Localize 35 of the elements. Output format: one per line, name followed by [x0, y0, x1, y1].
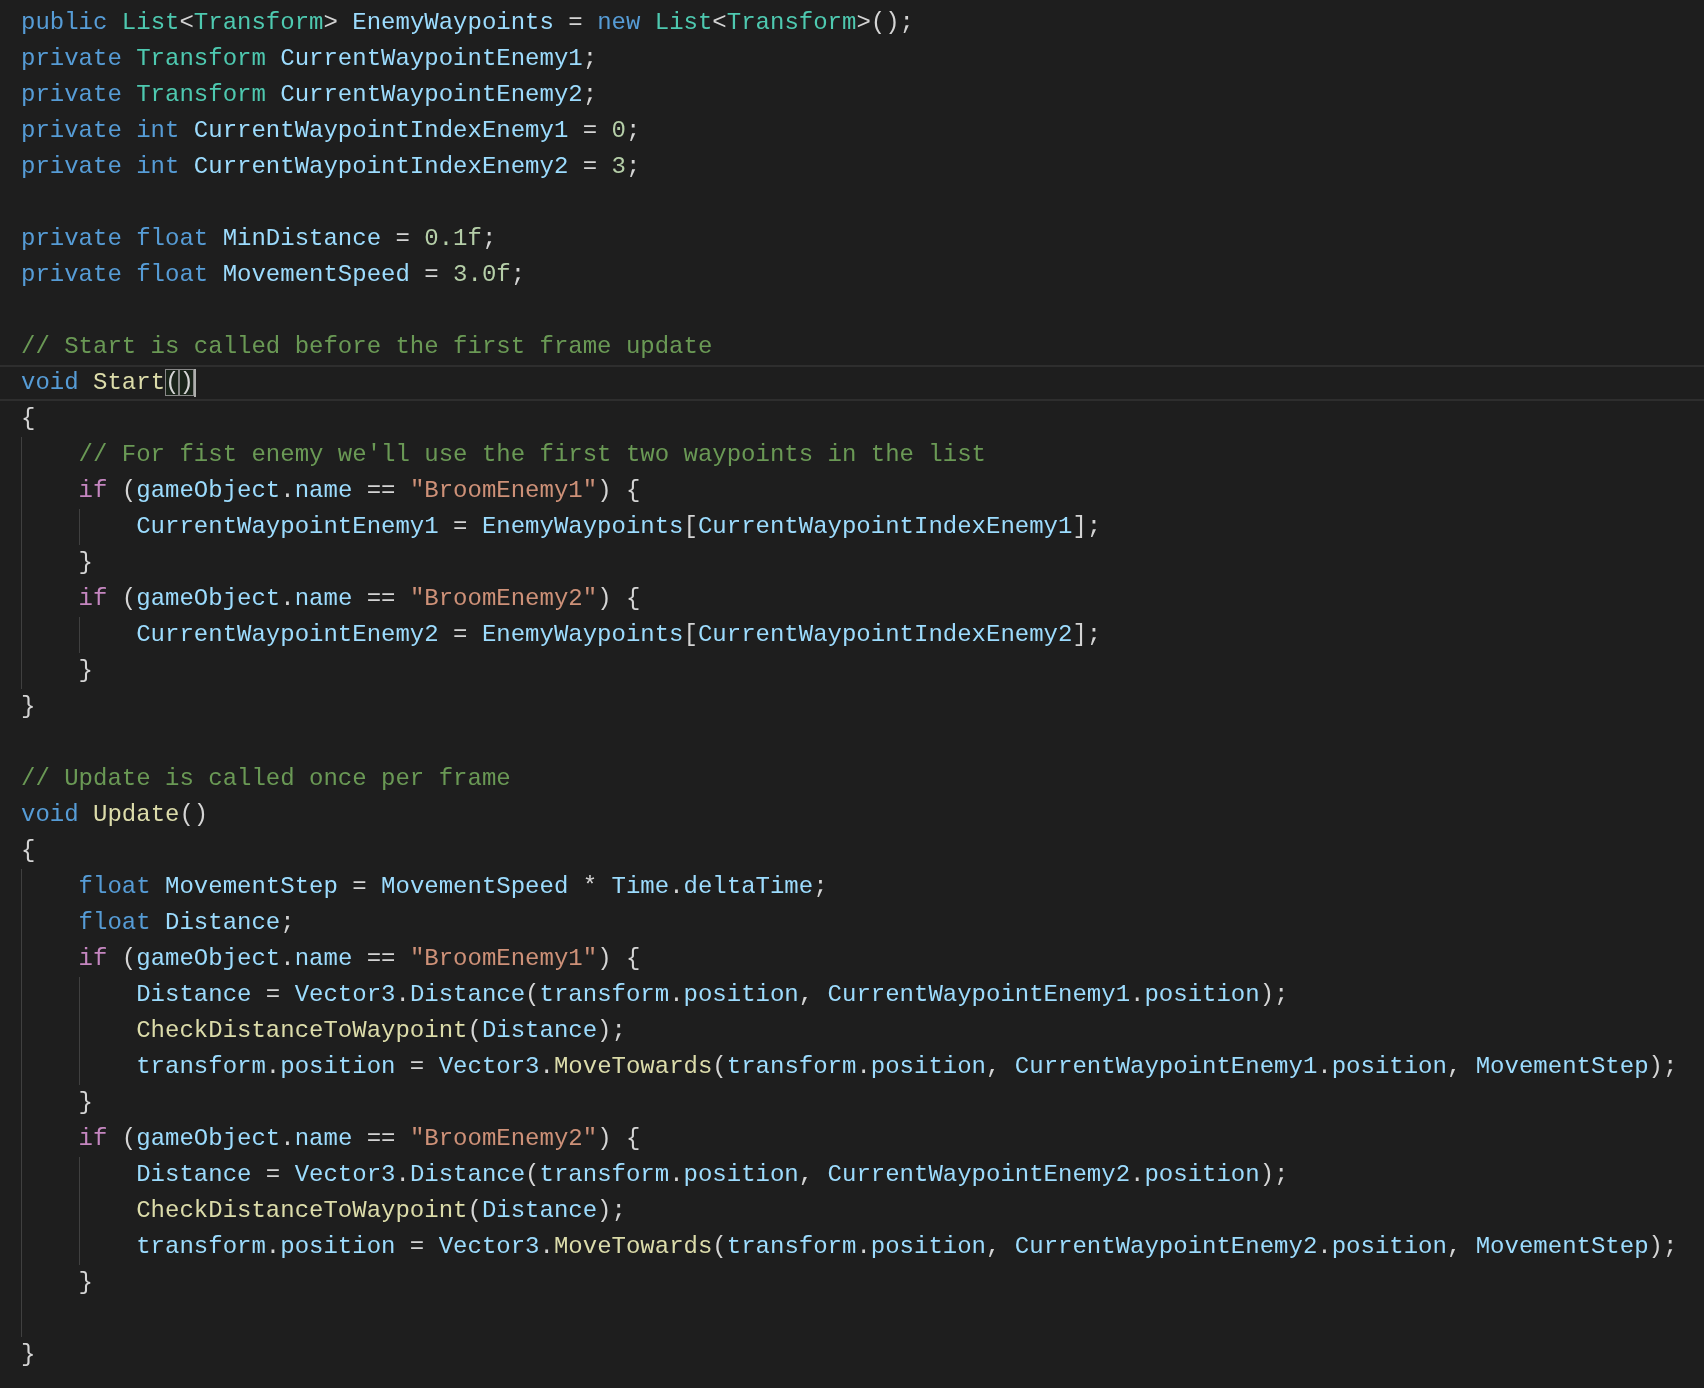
code-line: {	[21, 836, 36, 866]
code-line: private Transform CurrentWaypointEnemy2;	[21, 80, 598, 110]
code-line: if (gameObject.name == "BroomEnemy2") {	[77, 584, 641, 614]
code-line: if (gameObject.name == "BroomEnemy1") {	[77, 944, 641, 974]
code-line: }	[21, 692, 36, 722]
code-line: private int CurrentWaypointIndexEnemy2 = 3;	[21, 152, 641, 182]
code-line: }	[21, 1340, 36, 1370]
code-line: float Distance;	[77, 908, 295, 938]
code-line: CurrentWaypointEnemy1 = EnemyWaypoints[CurrentWaypointIndexEnemy1];	[135, 512, 1102, 542]
code-line: private float MinDistance = 0.1f;	[21, 224, 497, 254]
code-line: // Start is called before the first frame update	[21, 332, 713, 362]
code-line: Distance = Vector3.Distance(transform.position, CurrentWaypointEnemy1.position);	[135, 980, 1289, 1010]
text-cursor	[193, 369, 196, 397]
code-line: if (gameObject.name == "BroomEnemy2") {	[77, 1124, 641, 1154]
code-line: CurrentWaypointEnemy2 = EnemyWaypoints[CurrentWaypointIndexEnemy2];	[135, 620, 1102, 650]
code-line: float MovementStep = MovementSpeed * Time.deltaTime;	[77, 872, 828, 902]
code-line: }	[77, 656, 93, 686]
code-line: transform.position = Vector3.MoveTowards(transform.position, CurrentWaypointEnemy1.position, MovementStep);	[135, 1052, 1678, 1082]
code-line: CheckDistanceToWaypoint(Distance);	[135, 1016, 626, 1046]
code-line: {	[21, 404, 36, 434]
code-line: private int CurrentWaypointIndexEnemy1 = 0;	[21, 116, 641, 146]
code-line: // Update is called once per frame	[21, 764, 511, 794]
code-line: }	[77, 1268, 93, 1298]
code-line: void Update()	[21, 800, 209, 830]
code-line: private Transform CurrentWaypointEnemy1;	[21, 44, 598, 74]
code-line: // For fist enemy we'll use the first two waypoints in the list	[77, 440, 986, 470]
code-line: CheckDistanceToWaypoint(Distance);	[135, 1196, 626, 1226]
code-line: }	[77, 1088, 93, 1118]
code-line: if (gameObject.name == "BroomEnemy1") {	[77, 476, 641, 506]
code-line: Distance = Vector3.Distance(transform.position, CurrentWaypointEnemy2.position);	[135, 1160, 1289, 1190]
code-line: public List<Transform> EnemyWaypoints = new List<Transform>();	[21, 8, 914, 38]
code-line: void Start()	[21, 368, 194, 398]
code-line: private float MovementSpeed = 3.0f;	[21, 260, 526, 290]
code-line: transform.position = Vector3.MoveTowards(transform.position, CurrentWaypointEnemy2.position, MovementStep);	[135, 1232, 1678, 1262]
code-line: }	[77, 548, 93, 578]
